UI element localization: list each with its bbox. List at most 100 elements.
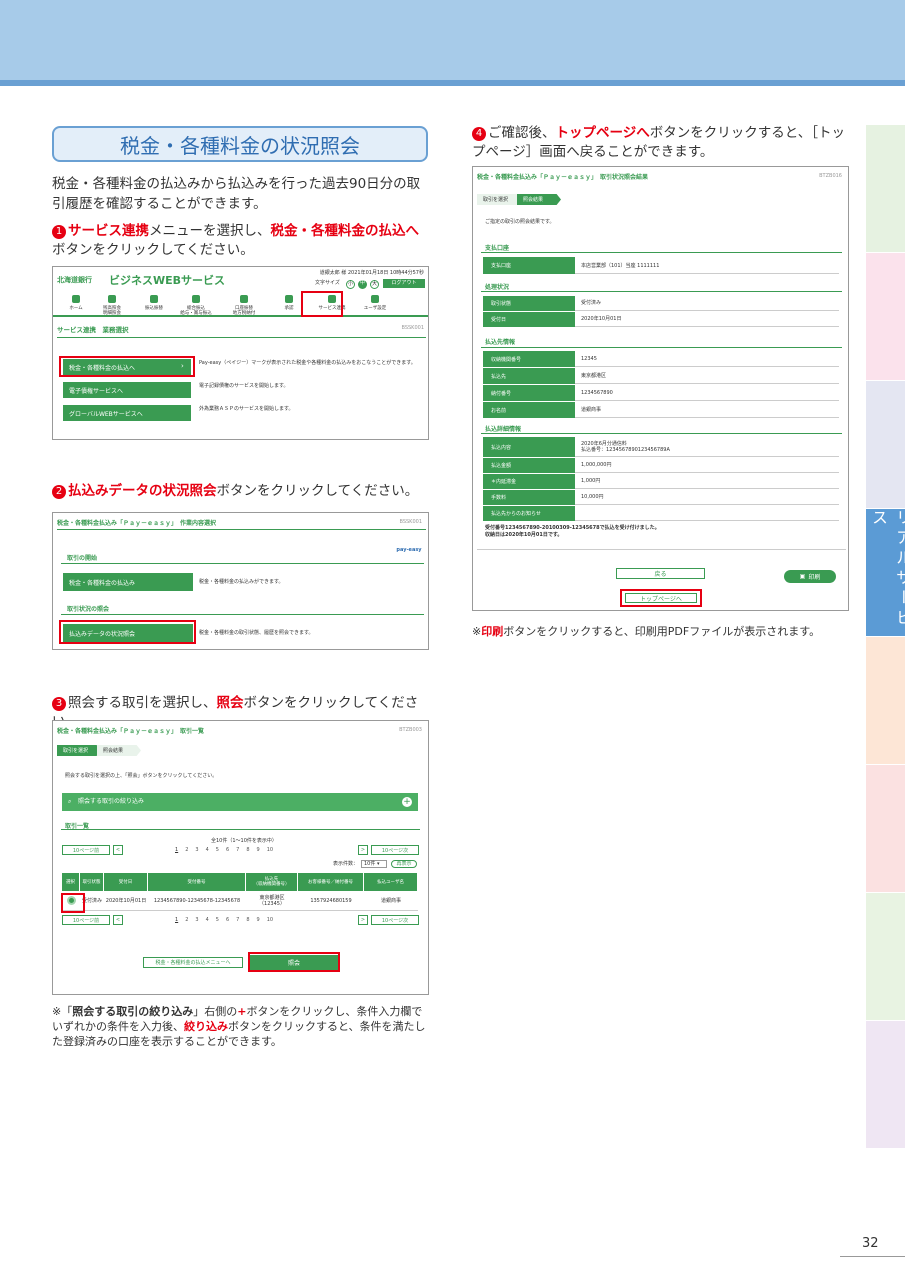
- per-page-select[interactable]: 10件 ▾: [361, 860, 387, 868]
- page-link-5[interactable]: 5: [216, 917, 219, 923]
- column-header-1: 取引状態: [80, 873, 104, 891]
- result-intro: ご指定の取引の照会結果です。: [485, 219, 555, 225]
- table-row[interactable]: 受付済み 2020年10月01日 1234567890-12345678-12345…: [62, 891, 418, 911]
- plus-icon[interactable]: +: [402, 797, 412, 807]
- per-page-value: 10件: [364, 861, 376, 867]
- step4-b: トップページへ: [555, 125, 650, 141]
- detail4-value-4: [575, 506, 839, 521]
- page-link-7[interactable]: 7: [236, 917, 239, 923]
- page-link-2[interactable]: 2: [185, 917, 188, 923]
- back-button[interactable]: 戻る: [616, 568, 705, 579]
- page-link-8[interactable]: 8: [246, 847, 249, 853]
- side-tab-6: [866, 764, 905, 892]
- screen-code: BTZB016: [819, 173, 842, 179]
- print-button[interactable]: ▣ 印刷: [784, 570, 836, 583]
- screenshot-transaction-list: 税金・各種料金払込み「Ｐａｙ－ｅａｓｙ」 取引一覧 BTZB003 取引を選択 …: [52, 720, 429, 995]
- side-tabs: リアルサービス: [866, 124, 905, 1148]
- redisplay-button[interactable]: 再表示: [391, 860, 417, 868]
- prev-10-button[interactable]: 10ページ前: [62, 845, 110, 855]
- screen-title: 税金・各種料金払込み「Ｐａｙ－ｅａｓｙ」 取引一覧: [57, 728, 205, 735]
- step4-note: ※印刷ボタンをクリックすると、印刷用PDFファイルが表示されます。: [472, 624, 852, 639]
- screenshot-work-select: 税金・各種料金払込み「Ｐａｙ－ｅａｓｙ」 作業内容選択 BSSK001 pay-…: [52, 512, 429, 650]
- prev-10-button-bottom[interactable]: 10ページ前: [62, 915, 110, 925]
- page-title: サービス連携 業務選択: [57, 326, 129, 334]
- page-link-8[interactable]: 8: [246, 917, 249, 923]
- main-nav: ホーム 残高照会 明細照会 振込振替 総合振込 給与・賞与振込 口座振替 地方税納付 承認…: [53, 291, 428, 317]
- payee4-row-1: 払込先 東京都港区: [483, 368, 839, 384]
- note4-a: ※: [472, 625, 482, 638]
- detail4-row-1: 払込金額 1,000,000円: [483, 458, 839, 473]
- page-link-7[interactable]: 7: [236, 847, 239, 853]
- step1-d: ボタンをクリックしてください。: [52, 242, 254, 258]
- font-large-button[interactable]: 大: [370, 280, 379, 289]
- table-cell-4: 1357924680159: [310, 897, 352, 904]
- nav-item-7[interactable]: ユーザ設定: [355, 291, 395, 315]
- column-header-5: お客様番号／納付番号: [298, 873, 364, 891]
- section-status: 処理状況: [485, 284, 510, 291]
- page-link-1[interactable]: 1: [175, 847, 178, 853]
- next-button-bottom[interactable]: >: [358, 915, 368, 925]
- page-link-6[interactable]: 6: [226, 917, 229, 923]
- tax-payment-button[interactable]: 税金・各種料金の払込み: [63, 573, 193, 591]
- next-10-button-bottom[interactable]: 10ページ次: [371, 915, 419, 925]
- nav-item-3[interactable]: 総合振込 給与・賞与振込: [173, 291, 219, 316]
- side-tab-2: [866, 252, 905, 380]
- page-link-10[interactable]: 10: [267, 917, 273, 923]
- user-info: 道銀太郎 様 2021年01月18日 10時44分57秒: [319, 270, 424, 276]
- payee4-key-0: 収納機関番号: [483, 351, 575, 367]
- table-cell-3: 東京都港区 （12345）: [259, 894, 285, 907]
- service-item-button-2[interactable]: グローバルWEBサービスへ: [63, 405, 191, 421]
- font-small-button[interactable]: 小: [346, 280, 355, 289]
- detail4-row-3: 手数料 10,000円: [483, 490, 839, 505]
- nav-item-4[interactable]: 口座振替 地方税納付: [219, 291, 269, 316]
- back-to-menu-button[interactable]: 税金・各種料金の払込メニューへ: [143, 957, 243, 968]
- page-link-6[interactable]: 6: [226, 847, 229, 853]
- page-link-5[interactable]: 5: [216, 847, 219, 853]
- highlight-inquire-button: [248, 952, 340, 972]
- column-header-3: 受付番号: [148, 873, 246, 891]
- payee4-key-3: お名前: [483, 402, 575, 418]
- nav-item-1[interactable]: 残高照会 明細照会: [89, 291, 135, 316]
- side-tab-7: [866, 892, 905, 1020]
- step1-number: 1: [52, 225, 66, 239]
- prev-button-bottom[interactable]: <: [113, 915, 123, 925]
- page-link-4[interactable]: 4: [206, 847, 209, 853]
- page-link-10[interactable]: 10: [267, 847, 273, 853]
- header-band: [0, 0, 905, 80]
- page-number-rule: [840, 1256, 905, 1257]
- note4-b: 印刷: [481, 625, 504, 638]
- page-link-3[interactable]: 3: [195, 847, 198, 853]
- status4-row-0: 取引状態 受付済み: [483, 296, 839, 311]
- payee4-row-3: お名前 道銀商事: [483, 402, 839, 418]
- payee4-value-2: 1234567890: [575, 385, 839, 401]
- step4-a: ご確認後、: [488, 125, 556, 141]
- next-10-button[interactable]: 10ページ次: [371, 845, 419, 855]
- section-start: 取引の開始: [67, 555, 98, 562]
- breadcrumb-step1: 取引を選択: [57, 745, 101, 756]
- nav-icon-4: [240, 295, 248, 303]
- page-link-1[interactable]: 1: [175, 917, 178, 923]
- page-link-4[interactable]: 4: [206, 917, 209, 923]
- nav-item-0[interactable]: ホーム: [63, 291, 89, 315]
- page-link-3[interactable]: 3: [195, 917, 198, 923]
- section-title: 税金・各種料金の状況照会: [52, 126, 428, 162]
- nav-item-2[interactable]: 振込振替: [135, 291, 173, 315]
- service-item-button-1[interactable]: 電子債権サービスへ: [63, 382, 191, 398]
- detail4-key-0: 払込内容: [483, 437, 575, 457]
- receipt-text: 受付番号1234567890-20100309-12345678で払込を受け付け…: [485, 525, 660, 538]
- screen-code: BSSK001: [399, 519, 422, 525]
- prev-button[interactable]: <: [113, 845, 123, 855]
- page-link-2[interactable]: 2: [185, 847, 188, 853]
- filter-bar[interactable]: ⌕ 照会する取引の絞り込み +: [62, 793, 418, 811]
- logout-button[interactable]: ログアウト: [383, 279, 425, 288]
- payee4-key-1: 払込先: [483, 368, 575, 384]
- page-link-9[interactable]: 9: [257, 847, 260, 853]
- font-medium-button[interactable]: 中: [358, 280, 367, 289]
- page-link-9[interactable]: 9: [257, 917, 260, 923]
- section-payee: 払込先情報: [485, 339, 516, 346]
- payee4-value-0: 12345: [575, 351, 839, 367]
- screen-code: BSSK001: [401, 325, 424, 331]
- header-accent-line: [0, 80, 905, 86]
- status4-row-1: 受付日 2020年10月01日: [483, 312, 839, 327]
- next-button[interactable]: >: [358, 845, 368, 855]
